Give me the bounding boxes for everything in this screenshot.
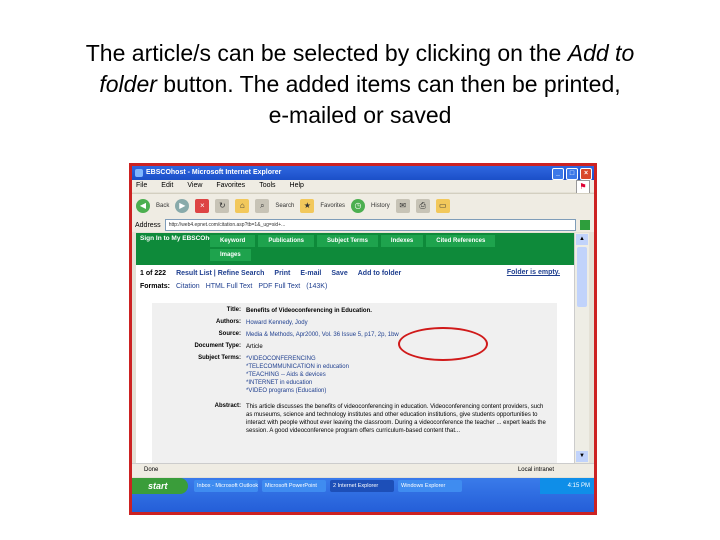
- windows-logo-icon: ⚑: [576, 180, 590, 194]
- format-pdf[interactable]: PDF Full Text: [258, 283, 300, 290]
- tab-images[interactable]: Images: [210, 249, 251, 261]
- system-tray: 4:15 PM: [540, 478, 594, 494]
- tab-cited-references[interactable]: Cited References: [426, 235, 496, 247]
- heading-folder: folder: [99, 71, 157, 97]
- title-key: Title:: [226, 307, 241, 313]
- address-bar: Address http://web4.epnet.com/citation.a…: [132, 218, 594, 232]
- record-detail: Title: Benefits of Videoconferencing in …: [152, 303, 557, 463]
- task-items: Inbox - Microsoft Outlook Microsoft Powe…: [194, 480, 462, 492]
- screenshot-frame: EBSCOhost - Microsoft Internet Explorer …: [129, 163, 597, 515]
- pdf-size: (143K): [306, 283, 328, 290]
- doctype-key: Document Type:: [194, 343, 241, 349]
- save-link[interactable]: Save: [331, 270, 347, 277]
- scroll-up-icon[interactable]: ▲: [576, 234, 588, 245]
- task-item[interactable]: 2 Internet Explorer: [330, 480, 394, 492]
- web-page: Sign In to My EBSCOhost Keyword Publicat…: [136, 233, 574, 463]
- abstract-value: This article discusses the benefits of v…: [246, 404, 546, 434]
- menu-tools[interactable]: Tools: [259, 180, 275, 192]
- signin-link[interactable]: Sign In to My EBSCOhost: [140, 235, 219, 242]
- favorites-label[interactable]: Favorites: [320, 203, 345, 209]
- vertical-scrollbar[interactable]: ▲ ▼: [574, 233, 589, 463]
- browser-toolbar: ◀ Back ▶ × ↻ ⌂ ⌕ Search ★ Favorites ◷ Hi…: [132, 193, 594, 219]
- formats-label: Formats:: [140, 283, 170, 290]
- menu-file[interactable]: File: [136, 180, 147, 192]
- source-value[interactable]: Media & Methods, Apr2000, Vol. 36 Issue …: [246, 331, 551, 339]
- subject-term[interactable]: *VIDEOCONFERENCING: [246, 355, 551, 363]
- heading-line1-text: The article/s can be selected by clickin…: [85, 40, 568, 66]
- heading-line3: e-mailed or saved: [268, 102, 452, 128]
- address-label: Address: [135, 221, 161, 229]
- status-bar: Done Local intranet: [132, 463, 594, 477]
- address-input[interactable]: http://web4.epnet.com/citation.asp?tb=1&…: [164, 219, 576, 231]
- taskbar: start Inbox - Microsoft Outlook Microsof…: [132, 478, 594, 512]
- stop-icon[interactable]: ×: [195, 199, 210, 213]
- print-link[interactable]: Print: [274, 270, 290, 277]
- task-item[interactable]: Microsoft PowerPoint: [262, 480, 326, 492]
- tab-publications[interactable]: Publications: [258, 235, 315, 247]
- subject-term[interactable]: *INTERNET in education: [246, 379, 551, 387]
- minimize-button[interactable]: _: [552, 168, 564, 180]
- favorites-star-icon[interactable]: ★: [300, 199, 315, 213]
- heading-line2-text: button. The added items can then be prin…: [156, 71, 621, 97]
- subject-key: Subject Terms:: [198, 355, 241, 361]
- history-icon[interactable]: ◷: [351, 199, 366, 213]
- menu-view[interactable]: View: [187, 180, 202, 192]
- menu-help[interactable]: Help: [290, 180, 304, 192]
- subject-term[interactable]: *TELECOMMUNICATION in education: [246, 363, 551, 371]
- scroll-thumb[interactable]: [577, 247, 587, 307]
- search-label[interactable]: Search: [275, 203, 294, 209]
- abstract-key: Abstract:: [214, 403, 241, 409]
- window-controls: _ □ ×: [552, 168, 592, 180]
- source-key: Source:: [218, 331, 241, 337]
- authors-key: Authors:: [216, 319, 241, 325]
- highlight-circle: [398, 327, 488, 361]
- mail-icon[interactable]: ✉: [395, 199, 410, 213]
- result-list-link[interactable]: Result List | Refine Search: [176, 270, 264, 277]
- history-label[interactable]: History: [371, 203, 390, 209]
- start-button[interactable]: start: [132, 478, 188, 494]
- tab-indexes[interactable]: Indexes: [380, 235, 424, 247]
- refresh-icon[interactable]: ↻: [215, 199, 230, 213]
- email-link[interactable]: E-mail: [300, 270, 321, 277]
- folder-status-link[interactable]: Folder is empty.: [507, 269, 560, 276]
- title-value: Benefits of Videoconferencing in Educati…: [246, 308, 372, 314]
- zone-text: Local intranet: [517, 467, 554, 473]
- search-tabs: Keyword Publications Subject Terms Index…: [210, 235, 496, 247]
- ie-icon: [135, 169, 143, 177]
- forward-arrow-icon[interactable]: ▶: [175, 199, 190, 213]
- task-item[interactable]: Inbox - Microsoft Outlook: [194, 480, 258, 492]
- task-item[interactable]: Windows Explorer: [398, 480, 462, 492]
- close-button[interactable]: ×: [580, 168, 592, 180]
- ebsco-header: Sign In to My EBSCOhost Keyword Publicat…: [136, 233, 574, 265]
- subject-term[interactable]: *VIDEO programs (Education): [246, 387, 551, 395]
- window-titlebar: EBSCOhost - Microsoft Internet Explorer …: [132, 166, 594, 180]
- authors-value[interactable]: Howard Kennedy, Jody: [246, 319, 551, 327]
- result-count: 1 of 222: [140, 269, 167, 277]
- add-to-folder-button[interactable]: Add to folder: [358, 270, 402, 277]
- print-icon[interactable]: ⎙: [415, 199, 430, 213]
- tab-subject-terms[interactable]: Subject Terms: [317, 235, 378, 247]
- subject-list: *VIDEOCONFERENCING *TELECOMMUNICATION in…: [246, 355, 551, 395]
- scroll-down-icon[interactable]: ▼: [576, 451, 588, 462]
- subject-term[interactable]: *TEACHING -- Aids & devices: [246, 371, 551, 379]
- status-text: Done: [144, 467, 159, 473]
- formats-row: Formats: Citation HTML Full Text PDF Ful…: [140, 283, 327, 290]
- home-icon[interactable]: ⌂: [235, 199, 250, 213]
- back-arrow-icon[interactable]: ◀: [136, 199, 150, 213]
- heading-add-to: Add to: [567, 40, 635, 66]
- format-html[interactable]: HTML Full Text: [206, 283, 253, 290]
- folder-icon[interactable]: ▭: [435, 199, 450, 213]
- back-label[interactable]: Back: [156, 203, 169, 209]
- maximize-button[interactable]: □: [566, 168, 578, 180]
- window-title: EBSCOhost - Microsoft Internet Explorer: [146, 169, 282, 176]
- format-citation[interactable]: Citation: [176, 283, 200, 290]
- menu-edit[interactable]: Edit: [161, 180, 173, 192]
- search-icon[interactable]: ⌕: [255, 199, 270, 213]
- go-button[interactable]: [580, 220, 590, 230]
- tab-keyword[interactable]: Keyword: [210, 235, 256, 247]
- slide-heading: The article/s can be selected by clickin…: [0, 38, 720, 131]
- menu-favorites[interactable]: Favorites: [216, 180, 245, 192]
- menu-bar: File Edit View Favorites Tools Help: [132, 180, 594, 192]
